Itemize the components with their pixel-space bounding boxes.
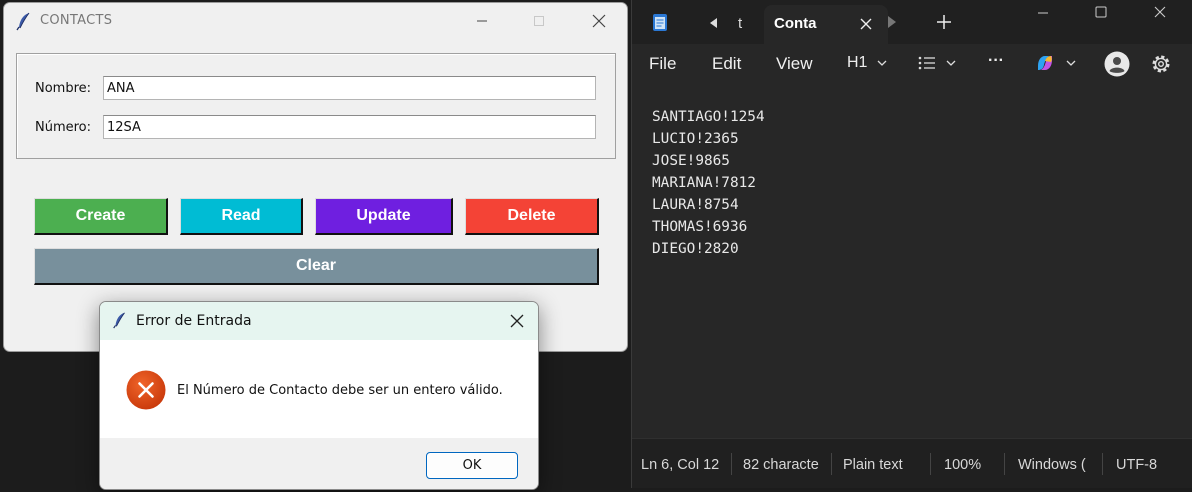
menu-file[interactable]: File — [649, 54, 676, 74]
error-dialog: Error de Entrada El Número de Contacto d… — [99, 301, 539, 490]
encoding[interactable]: UTF-8 — [1116, 457, 1157, 473]
contact-form-frame: Nombre: Número: — [16, 53, 616, 159]
maximize-icon — [1095, 6, 1107, 18]
line-ending[interactable]: Windows ( — [1018, 457, 1092, 473]
text-format[interactable]: Plain text — [843, 457, 903, 473]
dialog-footer: OK — [100, 438, 538, 489]
minimize-icon — [477, 20, 487, 22]
ok-button[interactable]: OK — [426, 452, 518, 479]
notepad-maximize-button[interactable] — [1078, 0, 1124, 24]
more-options-button[interactable]: ··· — [988, 50, 1004, 72]
status-divider — [1102, 453, 1103, 475]
scroll-right-icon[interactable] — [884, 14, 900, 30]
status-divider — [930, 453, 931, 475]
number-input[interactable] — [103, 115, 596, 139]
name-label: Nombre: — [35, 81, 92, 96]
name-input[interactable] — [103, 76, 596, 100]
clear-button[interactable]: Clear — [34, 248, 599, 285]
close-icon — [592, 14, 606, 28]
number-label: Número: — [35, 120, 92, 135]
error-icon — [126, 370, 166, 410]
text-line: DIEGO!2820 — [652, 241, 739, 257]
contacts-window: CONTACTS Nombre: Número: Create Read Upd… — [3, 2, 628, 352]
notepad-app-icon — [653, 14, 667, 31]
chevron-down-icon — [1066, 60, 1076, 66]
copilot-icon — [1038, 56, 1052, 70]
chevron-down-icon — [946, 60, 956, 66]
new-tab-button[interactable] — [934, 12, 954, 32]
close-icon — [1154, 6, 1166, 18]
plus-icon — [937, 15, 951, 29]
tab-previous-label: t — [738, 15, 743, 32]
read-button[interactable]: Read — [180, 198, 303, 235]
notepad-minimize-button[interactable] — [1020, 0, 1066, 24]
close-icon — [510, 314, 524, 328]
window-title: CONTACTS — [40, 13, 113, 28]
maximize-icon — [534, 16, 544, 26]
delete-button[interactable]: Delete — [465, 198, 599, 235]
notepad-close-button[interactable] — [1135, 0, 1185, 24]
text-line: MARIANA!7812 — [652, 175, 756, 191]
text-line: JOSE!9865 — [652, 153, 730, 169]
maximize-button[interactable] — [516, 3, 562, 39]
gear-icon[interactable] — [1150, 53, 1172, 75]
notepad-menubar: File Edit View H1 ··· — [632, 44, 1192, 84]
cursor-position[interactable]: Ln 6, Col 12 — [641, 457, 719, 473]
status-bar: Ln 6, Col 12 82 characte Plain text 100%… — [632, 438, 1192, 488]
contacts-titlebar[interactable]: CONTACTS — [4, 3, 627, 39]
heading-dropdown[interactable]: H1 — [847, 52, 887, 74]
tab-active[interactable]: Conta — [764, 5, 888, 44]
close-button[interactable] — [576, 3, 622, 39]
character-count: 82 characte — [743, 457, 819, 473]
notepad-tabstrip: t Conta — [632, 0, 1192, 44]
feather-icon — [113, 312, 125, 329]
minimize-button[interactable] — [459, 3, 505, 39]
tab-previous[interactable]: t — [698, 8, 758, 40]
status-divider — [831, 453, 832, 475]
dialog-title: Error de Entrada — [136, 313, 252, 329]
zoom-level[interactable]: 100% — [944, 457, 981, 473]
update-button[interactable]: Update — [315, 198, 453, 235]
list-dropdown[interactable] — [918, 52, 956, 74]
text-line: LAURA!8754 — [652, 197, 739, 213]
text-line: THOMAS!6936 — [652, 219, 748, 235]
chevron-down-icon — [877, 60, 887, 66]
menu-edit[interactable]: Edit — [712, 54, 741, 74]
close-icon — [860, 18, 872, 30]
create-button[interactable]: Create — [34, 198, 168, 235]
menu-view[interactable]: View — [776, 54, 813, 74]
avatar-icon[interactable] — [1104, 51, 1130, 77]
tab-close-button[interactable] — [856, 14, 876, 34]
dialog-body: El Número de Contacto debe ser un entero… — [100, 340, 538, 438]
notepad-window: t Conta File Edit View H1 ··· SANTIAGO!1… — [631, 0, 1192, 488]
minimize-icon — [1038, 12, 1048, 14]
text-editor[interactable]: SANTIAGO!1254 LUCIO!2365 JOSE!9865 MARIA… — [632, 84, 1192, 438]
dialog-close-button[interactable] — [494, 303, 538, 339]
text-line: LUCIO!2365 — [652, 131, 739, 147]
scroll-left-icon — [710, 18, 717, 28]
status-divider — [1004, 453, 1005, 475]
error-message: El Número de Contacto debe ser un entero… — [177, 383, 503, 398]
text-line: SANTIAGO!1254 — [652, 109, 765, 125]
tab-active-label: Conta — [774, 15, 817, 32]
copilot-dropdown[interactable] — [1034, 52, 1076, 74]
dialog-titlebar[interactable]: Error de Entrada — [100, 302, 538, 340]
heading-label: H1 — [847, 54, 868, 71]
feather-icon — [16, 12, 30, 31]
bullet-list-icon — [918, 56, 935, 70]
status-divider — [731, 453, 732, 475]
